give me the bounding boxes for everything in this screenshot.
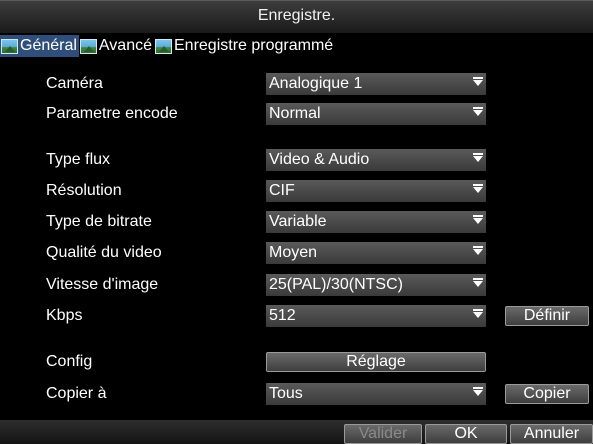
chevron-down-icon: [473, 246, 483, 255]
tab-enregistre-programme-label: Enregistre programmé: [174, 37, 334, 54]
type-bitrate-label: Type de bitrate: [46, 213, 152, 230]
chevron-down-icon: [473, 153, 483, 162]
record-settings-window: Enregistre. Général Avancé Enregistre pr…: [0, 0, 593, 444]
copier-label: Copier à: [46, 385, 107, 402]
chevron-down-icon: [473, 215, 483, 224]
vitesse-image-value: 25(PAL)/30(NTSC): [269, 276, 403, 293]
footer-bar: Valider OK Annuler: [0, 420, 593, 444]
chevron-down-icon: [473, 107, 483, 116]
title-bar: Enregistre.: [0, 0, 593, 33]
type-bitrate-value: Variable: [269, 213, 327, 230]
landscape-icon: [155, 38, 172, 54]
tab-bar: Général Avancé Enregistre programmé: [0, 35, 593, 57]
row-config: Config Réglage: [0, 349, 593, 375]
parametre-encode-value: Normal: [269, 105, 321, 122]
row-copier: Copier à Tous Copier: [0, 381, 593, 407]
row-camera: Caméra Analogique 1: [0, 71, 593, 97]
valider-button[interactable]: Valider: [344, 424, 422, 444]
vitesse-image-select[interactable]: 25(PAL)/30(NTSC): [266, 274, 486, 296]
vitesse-image-label: Vitesse d'image: [46, 276, 159, 293]
ok-button[interactable]: OK: [425, 424, 507, 444]
kbps-value: 512: [269, 307, 296, 324]
config-label: Config: [46, 353, 93, 370]
row-type-flux: Type flux Video & Audio: [0, 147, 593, 173]
resolution-label: Résolution: [46, 182, 122, 199]
camera-select[interactable]: Analogique 1: [266, 73, 486, 95]
landscape-icon: [79, 38, 97, 54]
row-resolution: Résolution CIF: [0, 178, 593, 204]
copier-button[interactable]: Copier: [505, 384, 589, 404]
window-title: Enregistre.: [257, 7, 336, 24]
type-flux-value: Video & Audio: [269, 151, 370, 168]
annuler-button[interactable]: Annuler: [510, 424, 593, 444]
kbps-label: Kbps: [46, 307, 83, 324]
settings-panel: Caméra Analogique 1 Parametre encode Nor…: [0, 59, 593, 419]
tab-general[interactable]: Général: [0, 35, 79, 57]
row-vitesse-image: Vitesse d'image 25(PAL)/30(NTSC): [0, 272, 593, 298]
parametre-encode-select[interactable]: Normal: [266, 103, 486, 125]
resolution-value: CIF: [269, 182, 295, 199]
landscape-icon: [1, 38, 18, 54]
tab-enregistre-programme[interactable]: Enregistre programmé: [154, 35, 335, 57]
qualite-video-value: Moyen: [269, 244, 318, 261]
kbps-select[interactable]: 512: [266, 305, 486, 327]
row-kbps: Kbps 512 Définir: [0, 303, 593, 329]
row-type-bitrate: Type de bitrate Variable: [0, 209, 593, 235]
parametre-encode-label: Parametre encode: [46, 105, 178, 122]
chevron-down-icon: [473, 184, 483, 193]
chevron-down-icon: [473, 77, 483, 86]
chevron-down-icon: [473, 387, 483, 396]
qualite-video-label: Qualité du video: [46, 244, 162, 261]
copier-value: Tous: [269, 385, 303, 402]
type-flux-select[interactable]: Video & Audio: [266, 149, 486, 171]
tab-general-label: Général: [20, 37, 77, 54]
copier-select[interactable]: Tous: [266, 383, 486, 405]
type-bitrate-select[interactable]: Variable: [266, 211, 486, 233]
reglage-button[interactable]: Réglage: [266, 352, 486, 372]
qualite-video-select[interactable]: Moyen: [266, 242, 486, 264]
tab-avance-label: Avancé: [98, 37, 152, 54]
camera-label: Caméra: [46, 75, 103, 92]
row-parametre-encode: Parametre encode Normal: [0, 101, 593, 127]
camera-value: Analogique 1: [269, 75, 363, 92]
tab-avance[interactable]: Avancé: [79, 35, 154, 57]
row-qualite-video: Qualité du video Moyen: [0, 240, 593, 266]
type-flux-label: Type flux: [46, 151, 111, 168]
chevron-down-icon: [473, 309, 483, 318]
definir-button[interactable]: Définir: [505, 306, 589, 326]
chevron-down-icon: [473, 278, 483, 287]
resolution-select[interactable]: CIF: [266, 180, 486, 202]
